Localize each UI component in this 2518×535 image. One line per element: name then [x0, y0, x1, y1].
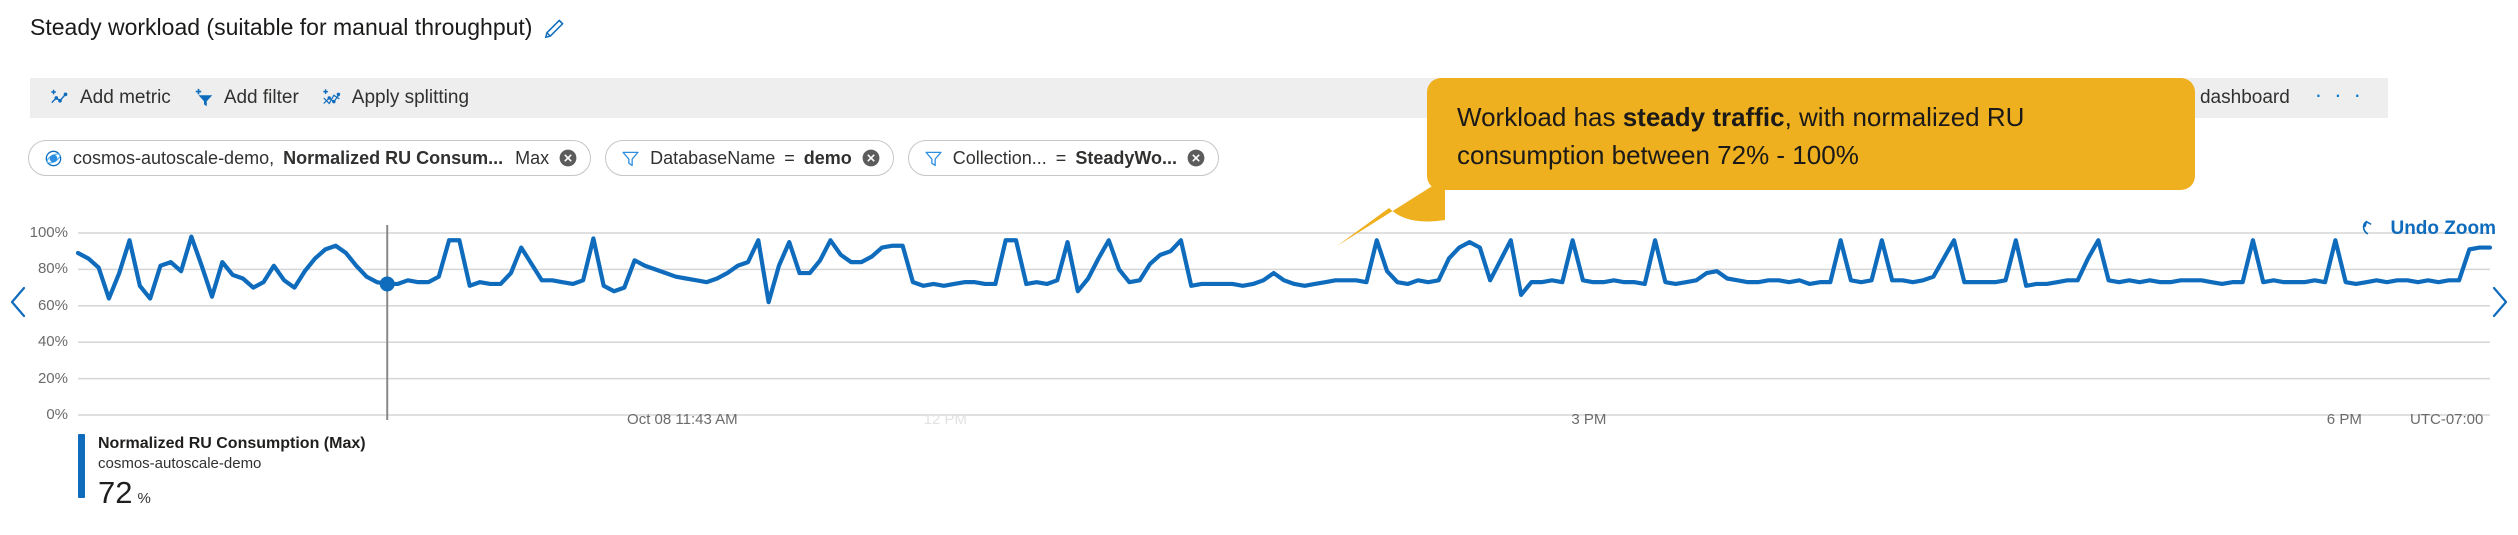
callout-text-bold: steady traffic — [1622, 102, 1785, 132]
chart-plot-area[interactable] — [0, 225, 2518, 425]
close-circle-icon[interactable] — [558, 148, 578, 168]
close-circle-icon[interactable] — [1186, 148, 1206, 168]
apply-splitting-button[interactable]: Apply splitting — [310, 82, 480, 114]
legend-value-row: 72 % — [98, 476, 366, 510]
legend-unit: % — [137, 490, 151, 507]
cosmos-db-icon — [43, 148, 64, 169]
y-axis-tick-label: 0% — [46, 406, 68, 423]
metrics-chart-page: Steady workload (suitable for manual thr… — [0, 0, 2518, 535]
add-filter-button[interactable]: Add filter — [182, 82, 310, 114]
filter-pill-key: Collection... — [952, 147, 1047, 168]
metric-pill-aggregation: Max — [515, 147, 550, 168]
line-chart-svg[interactable] — [0, 225, 2518, 425]
chart-legend[interactable]: Normalized RU Consumption (Max) cosmos-a… — [78, 434, 366, 510]
add-filter-label: Add filter — [223, 87, 299, 108]
x-axis-tick-label: 12 PM — [923, 411, 968, 428]
funnel-icon — [620, 148, 641, 169]
callout-text-before: Workload has — [1457, 102, 1623, 132]
x-axis-tick-label: 3 PM — [1571, 411, 1607, 428]
legend-resource-name: cosmos-autoscale-demo — [98, 455, 262, 472]
toolbar-left-group: Add metric Add filter Apply splitting — [30, 82, 480, 114]
y-axis-tick-label: 40% — [37, 333, 68, 351]
filter-pill-row: cosmos-autoscale-demo, Normalized RU Con… — [28, 140, 1220, 176]
callout-tail — [1337, 178, 1445, 246]
page-title: Steady workload (suitable for manual thr… — [30, 14, 533, 40]
metric-pill-metric: Normalized RU Consum... — [283, 147, 504, 168]
x-axis-tick-label: 6 PM — [2326, 411, 2362, 428]
legend-color-swatch — [78, 434, 85, 498]
undo-zoom-label: Undo Zoom — [2390, 218, 2496, 239]
y-axis-tick-label: 20% — [37, 369, 68, 387]
x-axis-tick-label: Oct 08 11:43 AM — [627, 411, 738, 428]
close-circle-icon[interactable] — [861, 148, 881, 168]
metric-pill[interactable]: cosmos-autoscale-demo, Normalized RU Con… — [28, 140, 592, 176]
filter-pill-key: DatabaseName — [650, 147, 776, 168]
undo-arrow-icon — [2360, 218, 2382, 240]
apply-splitting-icon — [321, 87, 343, 109]
metric-pill-resource: cosmos-autoscale-demo, — [73, 147, 275, 168]
add-metric-icon — [49, 87, 71, 109]
hover-marker-dot — [379, 276, 395, 292]
filter-pill-databasename[interactable]: DatabaseName = demo — [605, 140, 894, 176]
legend-body: Normalized RU Consumption (Max) cosmos-a… — [98, 434, 366, 510]
toolbar-overflow-button[interactable]: · · · — [2301, 83, 2378, 112]
add-metric-label: Add metric — [80, 87, 171, 108]
y-axis-tick-label: 100% — [29, 224, 68, 241]
timezone-label: UTC-07:00 — [2410, 411, 2484, 428]
funnel-icon — [923, 148, 944, 169]
filter-pill-value: demo — [803, 147, 852, 168]
legend-metric-name: Normalized RU Consumption (Max) — [98, 435, 366, 452]
apply-splitting-label: Apply splitting — [351, 87, 470, 108]
chart-title-row: Steady workload (suitable for manual thr… — [30, 14, 568, 41]
callout-text: Workload has steady traffic, with normal… — [1457, 98, 2177, 174]
add-filter-icon — [193, 87, 215, 109]
filter-pill-collection[interactable]: Collection... = SteadyWo... — [907, 140, 1220, 176]
add-metric-button[interactable]: Add metric — [38, 82, 182, 114]
y-axis-tick-label: 80% — [37, 260, 68, 278]
legend-value: 72 — [98, 475, 133, 510]
pencil-icon[interactable] — [542, 15, 568, 41]
undo-zoom-button[interactable]: Undo Zoom — [2360, 218, 2496, 240]
filter-pill-operator: = — [1055, 147, 1067, 168]
y-axis-tick-label: 60% — [37, 296, 68, 314]
filter-pill-operator: = — [784, 147, 795, 168]
filter-pill-value: SteadyWo... — [1075, 147, 1178, 168]
